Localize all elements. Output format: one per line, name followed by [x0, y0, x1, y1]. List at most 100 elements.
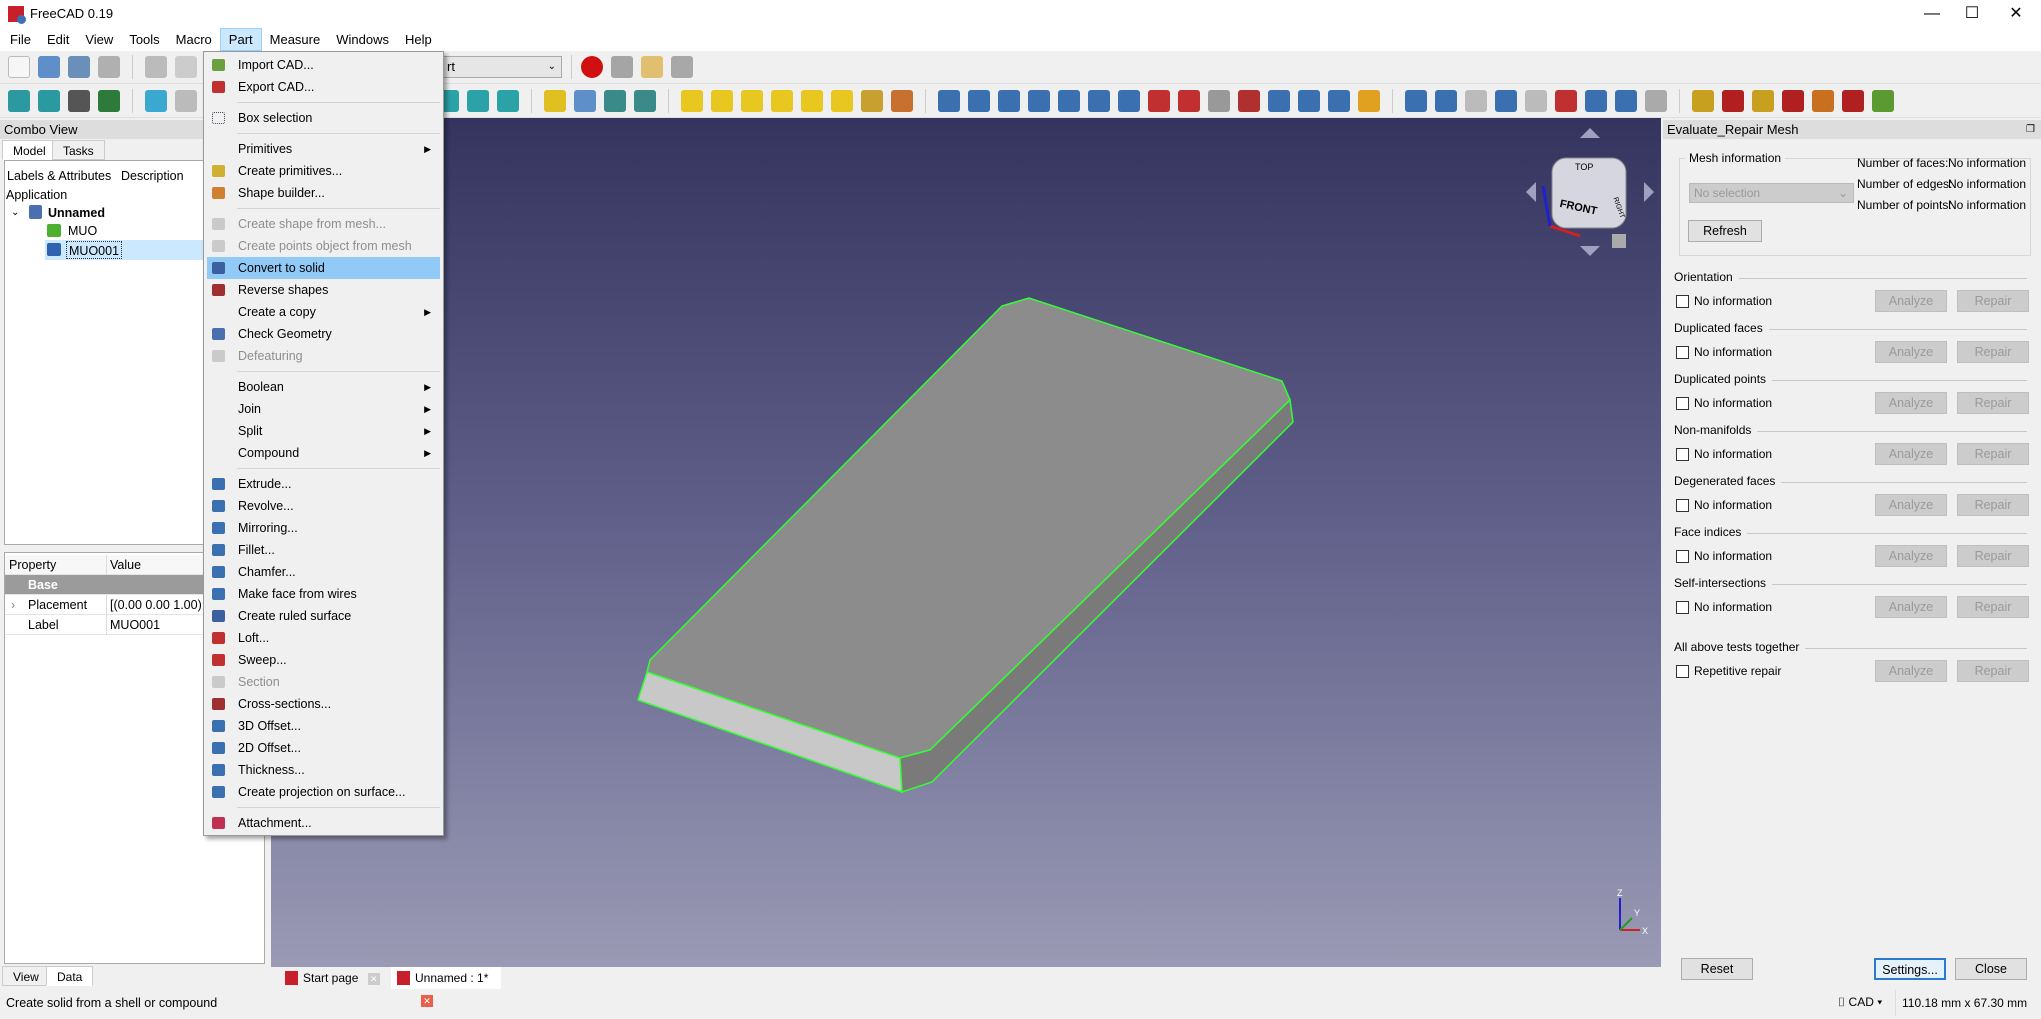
mesh-solid[interactable] — [637, 297, 1294, 794]
analyze-button-duplicated-points[interactable]: Analyze — [1875, 392, 1947, 414]
menu-item-create-projection-on-surface[interactable]: Create projection on surface... — [204, 781, 443, 803]
menu-item-export-cad[interactable]: Export CAD... — [204, 76, 443, 98]
record-macro-icon[interactable] — [581, 56, 603, 78]
mesh-remove-icon[interactable] — [1782, 90, 1804, 112]
draw-style-icon[interactable] — [68, 90, 90, 112]
loft-icon[interactable] — [1148, 90, 1170, 112]
repair-button-duplicated-points[interactable]: Repair — [1957, 392, 2029, 414]
attachment-icon[interactable] — [1358, 90, 1380, 112]
menu-item-extrude[interactable]: Extrude... — [204, 473, 443, 495]
menu-item-split[interactable]: Split ▶ — [204, 420, 443, 442]
menu-item-reverse-shapes[interactable]: Reverse shapes — [204, 279, 443, 301]
tab-start-page[interactable]: Start page ✕ — [279, 967, 389, 989]
undock-icon[interactable]: ❐ — [2026, 120, 2035, 139]
checkbox-duplicated-faces[interactable] — [1676, 346, 1689, 359]
menu-item-attachment[interactable]: Attachment... — [204, 812, 443, 834]
compound-icon[interactable] — [1405, 90, 1427, 112]
menu-item-2d-offset[interactable]: 2D Offset... — [204, 737, 443, 759]
expand-icon[interactable]: › — [11, 595, 15, 615]
open-icon[interactable] — [38, 56, 60, 78]
expand-chevron-icon[interactable]: ⌄ — [11, 204, 19, 222]
stop-macro-icon[interactable] — [611, 56, 633, 78]
check-geometry-icon[interactable] — [1615, 90, 1637, 112]
tree-item-muo[interactable]: MUO — [68, 222, 97, 240]
split-icon[interactable] — [1585, 90, 1607, 112]
menu-measure[interactable]: Measure — [262, 29, 329, 50]
menu-item-chamfer[interactable]: Chamfer... — [204, 561, 443, 583]
edit-macro-icon[interactable] — [641, 56, 663, 78]
mesh-fill-icon[interactable] — [1812, 90, 1834, 112]
mesh-decimate-icon[interactable] — [1872, 90, 1894, 112]
save-icon[interactable] — [68, 56, 90, 78]
menu-item-revolve[interactable]: Revolve... — [204, 495, 443, 517]
mesh-selection-dropdown[interactable]: No selection ⌄ — [1689, 183, 1854, 203]
tube-icon[interactable] — [831, 90, 853, 112]
chamfer-icon[interactable] — [1058, 90, 1080, 112]
menu-item-join[interactable]: Join ▶ — [204, 398, 443, 420]
nav-arrow-up-icon[interactable] — [1580, 128, 1600, 138]
checkbox-self-intersections[interactable] — [1676, 601, 1689, 614]
menu-item-loft[interactable]: Loft... — [204, 627, 443, 649]
box-icon[interactable] — [681, 90, 703, 112]
settings-button[interactable]: Settings... — [1874, 958, 1946, 980]
menu-item-create-a-copy[interactable]: Create a copy ▶ — [204, 301, 443, 323]
analyze-button-degenerated-faces[interactable]: Analyze — [1875, 494, 1947, 516]
3d-viewport[interactable]: TOP FRONT RIGHT X Y Z — [271, 118, 1661, 967]
fillet-icon[interactable] — [1028, 90, 1050, 112]
run-macro-icon[interactable] — [671, 56, 693, 78]
face-from-wires-icon[interactable] — [1088, 90, 1110, 112]
menu-item-mirroring[interactable]: Mirroring... — [204, 517, 443, 539]
link-actions-icon[interactable] — [634, 90, 656, 112]
menu-tools[interactable]: Tools — [121, 29, 167, 50]
analyze-button-non-manifolds[interactable]: Analyze — [1875, 443, 1947, 465]
navigation-style-button[interactable]: ⌷ CAD ▾ — [1838, 995, 1882, 1010]
analyze-button-face-indices[interactable]: Analyze — [1875, 545, 1947, 567]
cylinder-icon[interactable] — [711, 90, 733, 112]
projection-icon[interactable] — [1328, 90, 1350, 112]
sweep-icon[interactable] — [1178, 90, 1200, 112]
join-icon[interactable] — [1555, 90, 1577, 112]
tab-model[interactable]: Model — [2, 140, 57, 160]
boolean-icon[interactable] — [1435, 90, 1457, 112]
menu-item-box-selection[interactable]: Box selection — [204, 107, 443, 129]
tree-item-unnamed[interactable]: Unnamed — [48, 204, 105, 222]
checkbox-degenerated-faces[interactable] — [1676, 499, 1689, 512]
menu-part[interactable]: Part — [219, 27, 262, 51]
section-icon[interactable] — [1208, 90, 1230, 112]
menu-item-defeaturing[interactable]: Defeaturing — [204, 345, 443, 367]
menu-item-fillet[interactable]: Fillet... — [204, 539, 443, 561]
nav-arrow-right-icon[interactable] — [1644, 182, 1654, 202]
mesh-eval-icon[interactable] — [1692, 90, 1714, 112]
mesh-repair-icon[interactable] — [1722, 90, 1744, 112]
cross-sections-icon[interactable] — [1238, 90, 1260, 112]
thickness-icon[interactable] — [1298, 90, 1320, 112]
tab-tasks[interactable]: Tasks — [52, 140, 105, 160]
copy-icon[interactable] — [175, 56, 197, 78]
sphere-icon[interactable] — [741, 90, 763, 112]
navigation-cube[interactable]: TOP FRONT RIGHT — [1526, 128, 1654, 256]
mesh-analyze-icon[interactable] — [1752, 90, 1774, 112]
part-icon[interactable] — [544, 90, 566, 112]
tab-data[interactable]: Data — [46, 966, 94, 986]
menu-view[interactable]: View — [77, 29, 121, 50]
menu-item-make-face-from-wires[interactable]: Make face from wires — [204, 583, 443, 605]
link-icon[interactable] — [604, 90, 626, 112]
repair-button-degenerated-faces[interactable]: Repair — [1957, 494, 2029, 516]
menu-item-convert-to-solid[interactable]: Convert to solid — [207, 257, 440, 279]
measure-icon[interactable] — [497, 90, 519, 112]
defeaturing-icon[interactable] — [1645, 90, 1667, 112]
fit-selection-icon[interactable] — [38, 90, 60, 112]
menu-item-create-points-object-from-mesh[interactable]: Create points object from mesh — [204, 235, 443, 257]
primitives-icon[interactable] — [861, 90, 883, 112]
tree-header-description[interactable]: Description — [121, 167, 184, 185]
cut-bool-icon[interactable] — [1465, 90, 1487, 112]
checkbox-orientation[interactable] — [1676, 295, 1689, 308]
reset-button[interactable]: Reset — [1681, 958, 1753, 980]
maximize-button[interactable]: ☐ — [1949, 0, 1995, 27]
menu-windows[interactable]: Windows — [328, 29, 397, 50]
fit-all-icon[interactable] — [8, 90, 30, 112]
group-icon[interactable] — [574, 90, 596, 112]
refresh-button[interactable]: Refresh — [1688, 220, 1762, 242]
view-right-icon[interactable] — [467, 90, 489, 112]
menu-item-check-geometry[interactable]: Check Geometry — [204, 323, 443, 345]
